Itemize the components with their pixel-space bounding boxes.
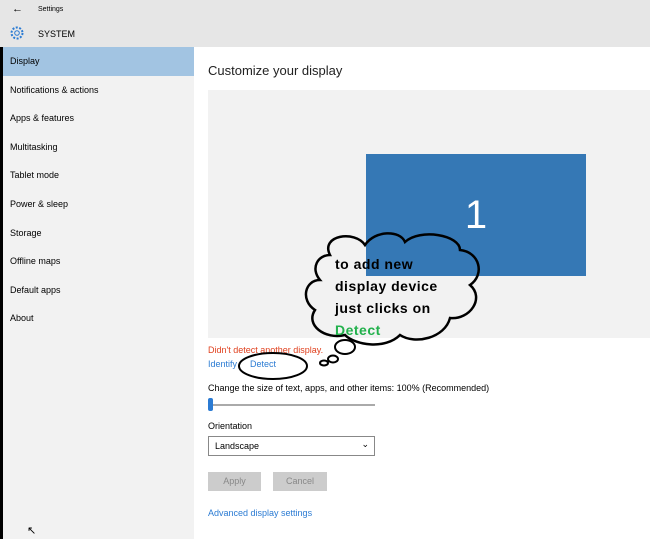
orientation-label: Orientation <box>208 421 253 431</box>
scale-slider-thumb[interactable] <box>208 398 213 411</box>
annotation-line-3: just clicks on <box>335 300 431 316</box>
annotation-line-4: Detect <box>335 322 381 338</box>
sidebar-item-default-apps[interactable]: Default apps <box>3 276 194 305</box>
identify-link[interactable]: Identify <box>208 359 237 369</box>
gear-icon <box>10 26 24 40</box>
thought-bubble-tiny <box>319 359 329 367</box>
page-title: Customize your display <box>208 63 343 78</box>
advanced-display-settings-link[interactable]: Advanced display settings <box>208 508 312 518</box>
warning-text: Didn't detect another display. <box>208 345 324 355</box>
title-bar: ← Settings SYSTEM <box>0 0 650 47</box>
sidebar-item-tablet-mode[interactable]: Tablet mode <box>3 161 194 190</box>
thought-bubble-large <box>334 339 356 355</box>
scale-label: Change the size of text, apps, and other… <box>208 383 490 393</box>
annotation-line-2: display device <box>335 278 438 294</box>
sidebar-item-storage[interactable]: Storage <box>3 219 194 248</box>
thought-bubble-small <box>327 354 339 364</box>
mouse-cursor-icon: ↖ <box>27 525 37 537</box>
window-title: Settings <box>38 6 64 13</box>
sidebar-item-apps[interactable]: Apps & features <box>3 104 194 133</box>
section-title: SYSTEM <box>38 29 76 39</box>
detect-link[interactable]: Detect <box>250 359 276 369</box>
scale-slider[interactable] <box>208 404 375 406</box>
chevron-down-icon: ⌄ <box>361 439 369 449</box>
annotation-text: to add new display device just clicks on… <box>335 253 438 341</box>
sidebar-item-about[interactable]: About <box>3 304 194 333</box>
apply-button[interactable]: Apply <box>208 472 261 491</box>
back-arrow-icon[interactable]: ← <box>12 3 23 15</box>
sidebar-item-display[interactable]: Display <box>3 47 194 76</box>
orientation-dropdown[interactable]: Landscape ⌄ <box>208 436 375 456</box>
annotation-line-1: to add new <box>335 256 414 272</box>
cancel-button[interactable]: Cancel <box>273 472 327 491</box>
sidebar-item-multitasking[interactable]: Multitasking <box>3 133 194 162</box>
sidebar: Display Notifications & actions Apps & f… <box>0 47 194 539</box>
sidebar-item-power[interactable]: Power & sleep <box>3 190 194 219</box>
orientation-value: Landscape <box>215 441 260 451</box>
sidebar-item-offline-maps[interactable]: Offline maps <box>3 247 194 276</box>
sidebar-item-notifications[interactable]: Notifications & actions <box>3 76 194 105</box>
